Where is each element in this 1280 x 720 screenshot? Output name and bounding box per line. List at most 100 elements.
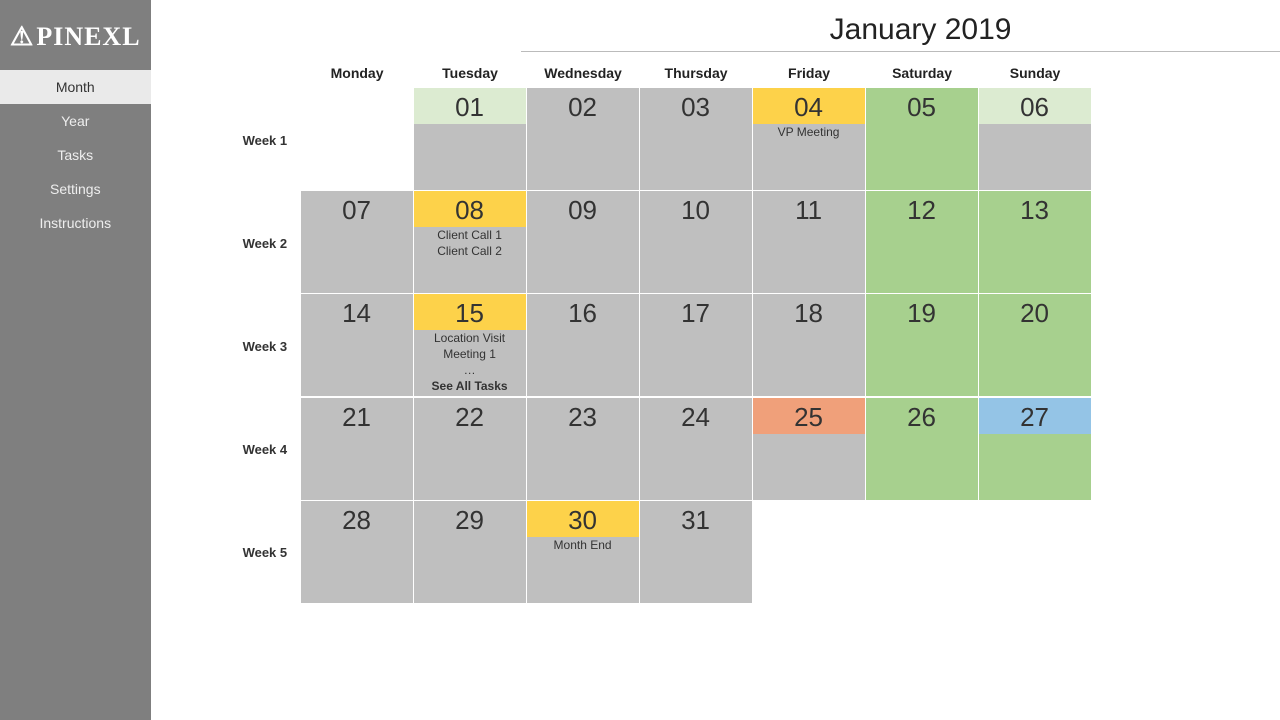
task-entry: … [414, 362, 526, 378]
calendar-cell[interactable]: 24 [640, 398, 753, 501]
calendar-cell[interactable]: 11 [753, 191, 866, 294]
cell-tasks [301, 227, 413, 293]
calendar-cell[interactable]: 25 [753, 398, 866, 501]
calendar-cell[interactable]: 06 [979, 88, 1092, 191]
week-label-column: Week 1Week 2Week 3Week 4Week 5 [201, 89, 301, 604]
day-number: 26 [866, 398, 978, 434]
calendar-cell[interactable]: 21 [301, 398, 414, 501]
week-label: Week 4 [201, 398, 301, 501]
logo-mark-icon: ⚠ [10, 22, 34, 52]
cell-tasks [414, 124, 526, 190]
cell-tasks [301, 330, 413, 396]
cell-tasks [640, 537, 752, 603]
cell-tasks [640, 227, 752, 293]
cell-tasks [640, 124, 752, 190]
day-number: 27 [979, 398, 1091, 434]
day-number: 20 [979, 294, 1091, 330]
cell-tasks [866, 434, 978, 500]
calendar-cell[interactable]: 15Location VisitMeeting 1…See All Tasks [414, 294, 527, 397]
day-number: 02 [527, 88, 639, 124]
logo-text: PINEXL [36, 22, 140, 52]
nav-item-instructions[interactable]: Instructions [0, 206, 151, 240]
cell-tasks [979, 124, 1091, 190]
cell-tasks [866, 330, 978, 396]
cell-tasks [527, 124, 639, 190]
cell-tasks [979, 330, 1091, 396]
calendar-cell[interactable]: 03 [640, 88, 753, 191]
calendar-cell[interactable]: 22 [414, 398, 527, 501]
calendar-grid: MondayTuesdayWednesdayThursdayFridaySatu… [301, 58, 1092, 604]
cell-tasks [753, 227, 865, 293]
cell-tasks [640, 434, 752, 500]
cell-tasks [301, 537, 413, 603]
logo: ⚠PINEXL [0, 14, 151, 70]
task-entry: Client Call 1 [414, 227, 526, 243]
day-of-week-header: Saturday [866, 58, 979, 88]
day-number: 16 [527, 294, 639, 330]
calendar-cell[interactable]: 07 [301, 191, 414, 294]
calendar-cell[interactable]: 29 [414, 501, 527, 604]
day-number: 06 [979, 88, 1091, 124]
calendar-cell[interactable]: 08Client Call 1Client Call 2 [414, 191, 527, 294]
calendar-cell[interactable]: 12 [866, 191, 979, 294]
calendar-cell[interactable]: 19 [866, 294, 979, 397]
calendar-cell[interactable]: 30Month End [527, 501, 640, 604]
cell-tasks [527, 330, 639, 396]
day-number: 12 [866, 191, 978, 227]
day-of-week-header: Wednesday [527, 58, 640, 88]
day-number: 31 [640, 501, 752, 537]
day-number: 08 [414, 191, 526, 227]
calendar-cell[interactable]: 20 [979, 294, 1092, 397]
cell-tasks [866, 227, 978, 293]
day-of-week-header: Friday [753, 58, 866, 88]
day-number: 14 [301, 294, 413, 330]
calendar-cell[interactable]: 17 [640, 294, 753, 397]
calendar-cell[interactable]: 18 [753, 294, 866, 397]
day-number: 04 [753, 88, 865, 124]
day-of-week-header: Sunday [979, 58, 1092, 88]
cell-tasks [979, 434, 1091, 500]
calendar-cell[interactable]: 23 [527, 398, 640, 501]
calendar-cell[interactable]: 13 [979, 191, 1092, 294]
page-title: January 2019 [521, 13, 1280, 52]
cell-tasks [527, 434, 639, 500]
day-number: 22 [414, 398, 526, 434]
cell-tasks [753, 434, 865, 500]
day-number: 21 [301, 398, 413, 434]
calendar-cell[interactable]: 04VP Meeting [753, 88, 866, 191]
nav-item-settings[interactable]: Settings [0, 172, 151, 206]
calendar-cell[interactable]: 27 [979, 398, 1092, 501]
cell-tasks [640, 330, 752, 396]
day-number: 01 [414, 88, 526, 124]
day-number: 29 [414, 501, 526, 537]
week-label: Week 1 [201, 89, 301, 192]
calendar-cell[interactable]: 01 [414, 88, 527, 191]
day-number: 30 [527, 501, 639, 537]
day-number: 28 [301, 501, 413, 537]
week-label: Week 5 [201, 501, 301, 604]
calendar-cell[interactable]: 10 [640, 191, 753, 294]
calendar-cell[interactable]: 14 [301, 294, 414, 397]
day-of-week-header: Monday [301, 58, 414, 88]
day-of-week-header: Tuesday [414, 58, 527, 88]
week-label: Week 2 [201, 192, 301, 295]
calendar-cell[interactable]: 16 [527, 294, 640, 397]
day-number: 11 [753, 191, 865, 227]
nav-item-year[interactable]: Year [0, 104, 151, 138]
calendar-cell[interactable]: 26 [866, 398, 979, 501]
see-all-tasks[interactable]: See All Tasks [414, 378, 526, 394]
day-number: 17 [640, 294, 752, 330]
calendar: Week 1Week 2Week 3Week 4Week 5 MondayTue… [201, 58, 1280, 604]
day-number: 25 [753, 398, 865, 434]
calendar-cell[interactable]: 02 [527, 88, 640, 191]
cell-tasks: Client Call 1Client Call 2 [414, 227, 526, 293]
sidebar: ⚠PINEXL MonthYearTasksSettingsInstructio… [0, 0, 151, 720]
cell-tasks [414, 537, 526, 603]
nav-item-month[interactable]: Month [0, 70, 151, 104]
task-entry: Meeting 1 [414, 346, 526, 362]
calendar-cell[interactable]: 31 [640, 501, 753, 604]
nav-item-tasks[interactable]: Tasks [0, 138, 151, 172]
calendar-cell[interactable]: 05 [866, 88, 979, 191]
calendar-cell[interactable]: 09 [527, 191, 640, 294]
calendar-cell[interactable]: 28 [301, 501, 414, 604]
